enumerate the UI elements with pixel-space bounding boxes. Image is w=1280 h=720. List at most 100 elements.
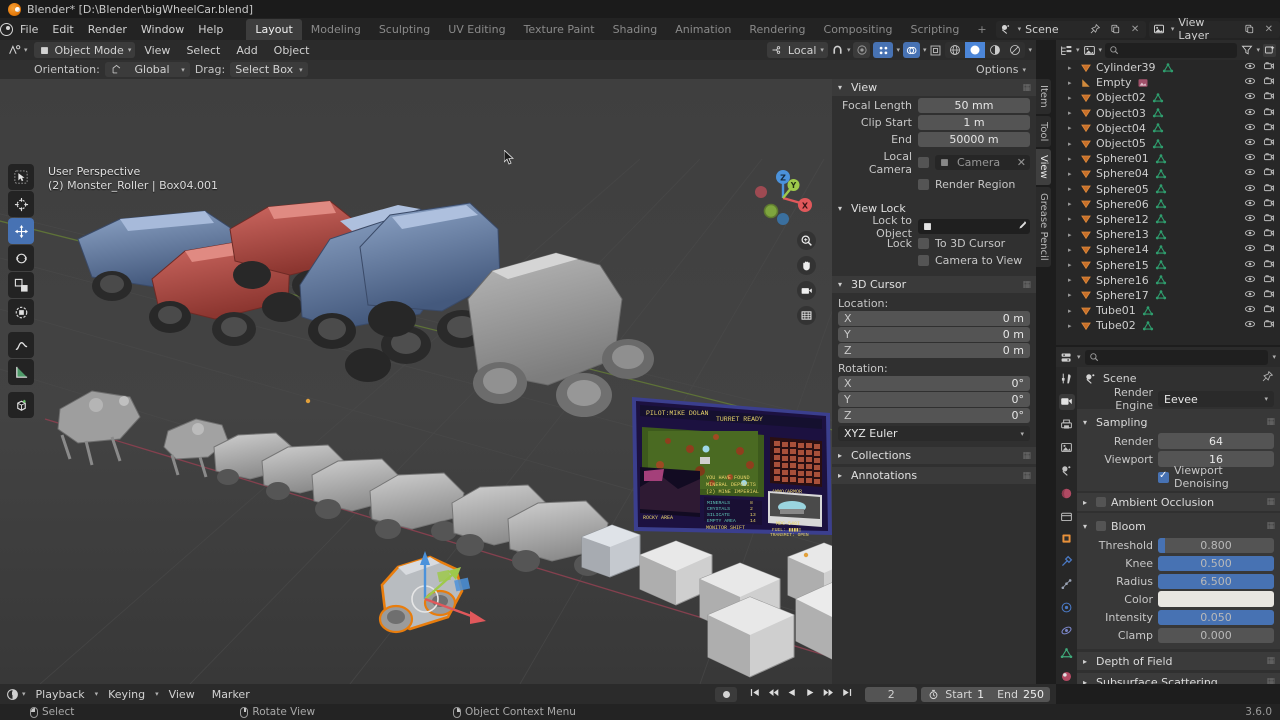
- add-workspace-button[interactable]: +: [968, 19, 995, 40]
- gizmo-toggle-group[interactable]: [873, 42, 894, 58]
- bloom-threshold-row[interactable]: Threshold 0.800: [1081, 537, 1274, 553]
- sampling-panel-header[interactable]: ▾ Sampling ▦: [1077, 413, 1280, 431]
- disable-in-render-icon[interactable]: [1263, 60, 1275, 75]
- end-frame-value[interactable]: 250: [1023, 688, 1044, 701]
- clip-end-row[interactable]: End 50000 m: [838, 132, 1030, 147]
- outliner-display-mode-icon[interactable]: [1060, 44, 1073, 57]
- jump-to-start-button[interactable]: [749, 687, 761, 701]
- outliner-row[interactable]: ▸ Sphere14: [1056, 242, 1280, 257]
- world-icon[interactable]: [1059, 485, 1075, 501]
- cursor-location-x-row[interactable]: X 0 m: [838, 311, 1030, 326]
- bloom-clamp-row[interactable]: Clamp 0.000: [1081, 627, 1274, 643]
- disable-in-render-icon[interactable]: [1263, 121, 1275, 136]
- outliner-filter-scene-icon[interactable]: [1083, 44, 1096, 57]
- outliner-row[interactable]: ▸ Object05: [1056, 136, 1280, 151]
- timeline-menu-view[interactable]: View: [162, 685, 202, 704]
- bloom-knee-slider[interactable]: 0.500: [1158, 555, 1274, 571]
- render-engine-dropdown[interactable]: Eevee ▾: [1158, 391, 1274, 407]
- object-icon[interactable]: [1059, 531, 1075, 547]
- disable-in-render-icon[interactable]: [1263, 288, 1275, 303]
- overlays-chevron-icon[interactable]: ▾: [923, 46, 927, 54]
- tweak-select-tool[interactable]: [8, 164, 34, 190]
- prev-keyframe-button[interactable]: [767, 687, 780, 701]
- cursor-rotation-z-row[interactable]: Z 0°: [838, 408, 1030, 423]
- outliner-row[interactable]: ▸ Sphere13: [1056, 227, 1280, 242]
- start-frame-value[interactable]: 1: [977, 688, 984, 701]
- outliner-row[interactable]: ▸ Sphere16: [1056, 273, 1280, 288]
- expand-arrow-icon[interactable]: ▸: [1068, 200, 1076, 208]
- keying-chevron-icon[interactable]: ▾: [155, 690, 159, 698]
- xray-toggle-icon[interactable]: [929, 44, 942, 57]
- outliner-row[interactable]: ▸ Tube01: [1056, 303, 1280, 318]
- disable-in-render-icon[interactable]: [1263, 166, 1275, 181]
- expand-arrow-icon[interactable]: ▸: [1068, 79, 1076, 87]
- tab-scripting[interactable]: Scripting: [901, 19, 968, 40]
- gizmo-chevron-icon[interactable]: ▾: [896, 46, 900, 54]
- filter-icon[interactable]: [1240, 44, 1253, 57]
- render-engine-row[interactable]: Render Engine Eevee ▾: [1081, 386, 1274, 412]
- timeline-menu-keying[interactable]: Keying: [101, 685, 152, 704]
- hide-in-viewport-icon[interactable]: [1244, 212, 1256, 227]
- clip-start-row[interactable]: Clip Start 1 m: [838, 115, 1030, 130]
- hide-in-viewport-icon[interactable]: [1244, 303, 1256, 318]
- bloom-intensity-row[interactable]: Intensity 0.050: [1081, 609, 1274, 625]
- particles-icon[interactable]: [1059, 577, 1075, 593]
- bloom-radius-slider[interactable]: 6.500: [1158, 573, 1274, 589]
- bloom-clamp-slider[interactable]: 0.000: [1158, 627, 1274, 643]
- viewport-menu-add[interactable]: Add: [229, 41, 264, 60]
- hide-in-viewport-icon[interactable]: [1244, 318, 1256, 333]
- new-view-layer-button[interactable]: [1241, 21, 1257, 37]
- timeline-editor-icon[interactable]: [6, 688, 19, 701]
- playback-chevron-icon[interactable]: ▾: [95, 690, 99, 698]
- play-button[interactable]: [804, 687, 816, 701]
- outliner-row[interactable]: ▸ Sphere15: [1056, 257, 1280, 272]
- bloom-color-row[interactable]: Color: [1081, 591, 1274, 607]
- disable-in-render-icon[interactable]: [1263, 273, 1275, 288]
- viewport-menu-view[interactable]: View: [137, 41, 177, 60]
- cursor-location-z-row[interactable]: Z 0 m: [838, 343, 1030, 358]
- bloom-threshold-slider[interactable]: 0.800: [1158, 537, 1274, 553]
- focal-length-field[interactable]: 50 mm: [918, 98, 1030, 113]
- bloom-checkbox[interactable]: [1096, 521, 1106, 531]
- disable-in-render-icon[interactable]: [1263, 212, 1275, 227]
- hide-in-viewport-icon[interactable]: [1244, 288, 1256, 303]
- orientation-dropdown[interactable]: Global ▾: [104, 62, 190, 77]
- menu-edit[interactable]: Edit: [45, 20, 80, 39]
- ambient-occlusion-checkbox[interactable]: [1096, 497, 1106, 507]
- outliner-row[interactable]: ▸ Sphere17: [1056, 288, 1280, 303]
- local-camera-row[interactable]: Local Camera Camera ✕: [838, 150, 1030, 176]
- tab-modeling[interactable]: Modeling: [302, 19, 370, 40]
- hide-in-viewport-icon[interactable]: [1244, 121, 1256, 136]
- lock-to-object-field[interactable]: [918, 219, 1030, 234]
- collection-icon[interactable]: [1059, 508, 1075, 524]
- disable-in-render-icon[interactable]: [1263, 197, 1275, 212]
- sidebar-tab-tool[interactable]: Tool: [1036, 115, 1051, 148]
- viewport-menu-object[interactable]: Object: [267, 41, 317, 60]
- modifier-icon[interactable]: [1059, 554, 1075, 570]
- scale-tool[interactable]: [8, 272, 34, 298]
- outliner-row[interactable]: ▸ Cylinder39: [1056, 60, 1280, 75]
- shading-mode-group[interactable]: [945, 42, 1026, 58]
- expand-arrow-icon[interactable]: ▸: [1068, 322, 1076, 330]
- hide-in-viewport-icon[interactable]: [1244, 227, 1256, 242]
- outliner-row[interactable]: ▸ Empty: [1056, 75, 1280, 90]
- hide-in-viewport-icon[interactable]: [1244, 60, 1256, 75]
- disable-in-render-icon[interactable]: [1263, 106, 1275, 121]
- sidebar-tab-item[interactable]: Item: [1036, 79, 1051, 114]
- timeline-editor[interactable]: ▾ Playback ▾ Keying ▾ View Marker 2 Star…: [0, 684, 1056, 704]
- move-tool[interactable]: [8, 218, 34, 244]
- to-3d-cursor-checkbox[interactable]: [918, 238, 929, 249]
- filter-chevron-icon[interactable]: ▾: [1256, 46, 1260, 54]
- outliner-editor[interactable]: ▾ ▾ ▾ ▸ Cylinder39 ▸ Empty ▸ Object02 ▸ Object0…: [1056, 40, 1280, 345]
- expand-arrow-icon[interactable]: ▸: [1068, 155, 1076, 163]
- outliner-row[interactable]: ▸ Object02: [1056, 90, 1280, 105]
- tool-icon[interactable]: [1059, 371, 1075, 387]
- sampling-render-field[interactable]: 64: [1158, 433, 1274, 449]
- depth-of-field-panel-header[interactable]: ▸ Depth of Field ▦: [1077, 652, 1280, 670]
- record-icon[interactable]: [715, 686, 738, 702]
- lock-to-object-row[interactable]: Lock to Object: [838, 214, 1030, 240]
- transform-tool[interactable]: [8, 299, 34, 325]
- bloom-intensity-slider[interactable]: 0.050: [1158, 609, 1274, 625]
- lock-to-cursor-row[interactable]: Lock To 3D Cursor: [838, 236, 1030, 251]
- outliner-row[interactable]: ▸ Object04: [1056, 121, 1280, 136]
